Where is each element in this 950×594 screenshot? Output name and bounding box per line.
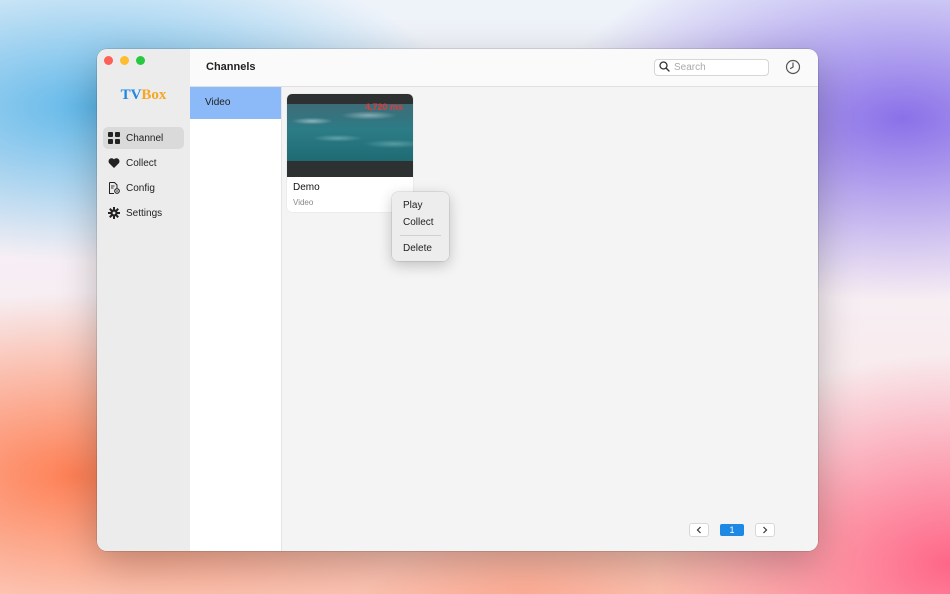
sidebar-item-settings[interactable]: Settings bbox=[103, 202, 184, 224]
latency-badge: 4,720 ms bbox=[364, 102, 403, 112]
sidebar-item-label: Channel bbox=[126, 132, 164, 144]
window-controls bbox=[104, 56, 145, 65]
chevron-right-icon bbox=[761, 521, 769, 539]
search-icon bbox=[659, 59, 670, 77]
chevron-left-icon bbox=[695, 521, 703, 539]
sidebar-item-label: Config bbox=[126, 182, 155, 194]
channel-title: Demo bbox=[293, 182, 320, 193]
next-page-button[interactable] bbox=[755, 523, 775, 537]
grid-icon bbox=[108, 132, 120, 144]
previous-page-button[interactable] bbox=[689, 523, 709, 537]
toolbar: Channels bbox=[190, 49, 818, 87]
context-menu: Play Collect Delete bbox=[392, 192, 449, 261]
app-window: TVBox Channel Collect Config Settings Ch… bbox=[97, 49, 818, 551]
sidebar: TVBox Channel Collect Config Settings bbox=[97, 49, 191, 551]
heart-icon bbox=[108, 157, 120, 169]
close-window-button[interactable] bbox=[104, 56, 113, 65]
menu-item-collect[interactable]: Collect bbox=[392, 214, 449, 231]
zoom-window-button[interactable] bbox=[136, 56, 145, 65]
current-page[interactable]: 1 bbox=[720, 524, 744, 536]
menu-item-play[interactable]: Play bbox=[392, 197, 449, 214]
category-list: Video bbox=[190, 87, 282, 551]
channel-thumbnail: 4,720 ms bbox=[287, 94, 413, 177]
menu-separator bbox=[400, 235, 441, 236]
sidebar-item-label: Collect bbox=[126, 157, 157, 169]
clock-icon[interactable] bbox=[785, 59, 801, 75]
sidebar-item-collect[interactable]: Collect bbox=[103, 152, 184, 174]
app-logo: TVBox bbox=[120, 87, 167, 103]
minimize-window-button[interactable] bbox=[120, 56, 129, 65]
sidebar-item-channel[interactable]: Channel bbox=[103, 127, 184, 149]
sidebar-item-label: Settings bbox=[126, 207, 163, 219]
channel-subtitle: Video bbox=[293, 198, 314, 207]
channel-grid: 4,720 ms Demo Video 1 bbox=[282, 87, 818, 551]
pagination: 1 bbox=[689, 523, 775, 537]
search-box[interactable] bbox=[654, 59, 769, 76]
menu-item-delete[interactable]: Delete bbox=[392, 240, 449, 257]
page-title: Channels bbox=[206, 61, 256, 73]
search-input[interactable] bbox=[670, 62, 762, 73]
category-item-video[interactable]: Video bbox=[190, 87, 281, 119]
document-gear-icon bbox=[108, 182, 120, 194]
thumbnail-image bbox=[287, 104, 413, 161]
gear-icon bbox=[108, 207, 120, 219]
sidebar-nav: Channel Collect Config Settings bbox=[103, 127, 184, 227]
sidebar-item-config[interactable]: Config bbox=[103, 177, 184, 199]
